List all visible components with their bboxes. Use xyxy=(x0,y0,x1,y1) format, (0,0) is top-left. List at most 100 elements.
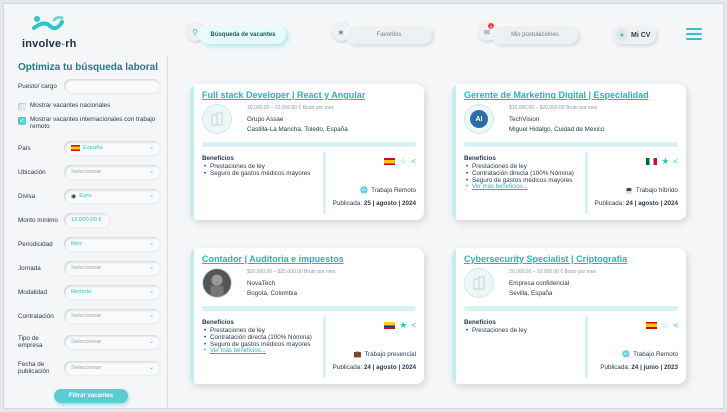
benefits-title: Beneficios xyxy=(464,319,496,326)
building-icon xyxy=(202,104,232,134)
job-title-link[interactable]: Gerente de Marketing Digital | Especiali… xyxy=(464,90,649,100)
ai-logo-icon: AI xyxy=(464,104,494,134)
chevron-down-icon: ⌄ xyxy=(148,365,154,371)
favorite-star-icon[interactable]: ☆ xyxy=(661,320,669,331)
benefits: Beneficios Prestaciones de ley Contratac… xyxy=(202,319,322,355)
profile-button[interactable]: ● Mi CV xyxy=(612,26,656,44)
benefit-item: Prestaciones de ley xyxy=(464,327,584,334)
position-input[interactable] xyxy=(64,79,160,93)
modality-select[interactable]: Remoto ⌄ xyxy=(64,285,160,299)
hamburger-menu-icon[interactable] xyxy=(686,28,702,40)
published-date: Publicada: 24 | agosto | 2024 xyxy=(594,200,678,207)
contract-select[interactable]: Seleccionar ⌄ xyxy=(64,309,160,323)
job-location: Miguel Hidalgo, Cuidad de México xyxy=(509,126,605,133)
favorite-star-icon[interactable]: ★ xyxy=(661,156,669,167)
building-icon xyxy=(464,268,494,298)
job-card[interactable]: Cybersecurity Specialist | Criptografía … xyxy=(452,248,686,384)
job-title-link[interactable]: Full stack Developer | React y Angular xyxy=(202,90,365,100)
job-modality: 🌐 Trabajo Remoto xyxy=(360,186,416,195)
filter-vacancies-button[interactable]: Filtrar vacantes xyxy=(54,389,128,403)
mexico-flag-icon xyxy=(646,158,658,165)
location-label: Ubicación xyxy=(18,168,46,176)
modality-value: Remoto xyxy=(71,289,92,295)
periodicity-select[interactable]: Mes ⌄ xyxy=(64,237,160,251)
min-amount-input[interactable]: 15,000.00 € xyxy=(64,213,110,227)
card-actions: ★ < xyxy=(384,320,416,331)
shift-select[interactable]: Seleccionar ⌄ xyxy=(64,261,160,275)
published-date: Publicada: 24 | junio | 2023 xyxy=(600,364,678,371)
job-card[interactable]: Contador | Auditoria e impuestos $20,000… xyxy=(190,248,424,384)
share-icon[interactable]: < xyxy=(673,157,678,166)
share-icon[interactable]: < xyxy=(673,321,678,330)
favorite-star-icon[interactable]: ★ xyxy=(399,320,407,331)
company-type-select[interactable]: Seleccionar ⌄ xyxy=(64,335,160,349)
job-modality: 🌐 Trabajo Remoto xyxy=(622,350,678,359)
job-card[interactable]: Gerente de Marketing Digital | Especiali… xyxy=(452,84,686,220)
benefit-item: Contratación directa (100% Nómina) xyxy=(464,170,584,177)
logo-text: involve-rh xyxy=(22,38,77,50)
company-type-label: Tipo de empresa xyxy=(18,335,43,349)
favorite-star-icon[interactable]: ☆ xyxy=(399,156,407,167)
contract-label: Contratación xyxy=(18,312,54,320)
job-title-link[interactable]: Cybersecurity Specialist | Criptografía xyxy=(464,254,627,264)
periodicity-label: Periodicidad xyxy=(18,240,53,248)
salary-range: $20,000.00 – $25,000.00 Bruto por mes xyxy=(247,269,336,275)
benefit-item: Prestaciones de ley xyxy=(202,327,322,334)
spain-flag-icon xyxy=(384,158,396,165)
card-actions: ☆ < xyxy=(646,320,678,331)
globe-icon: 🌐 xyxy=(360,187,369,194)
chevron-down-icon: ⌄ xyxy=(148,145,154,151)
international-checkbox[interactable]: ✓ xyxy=(18,117,26,125)
share-icon[interactable]: < xyxy=(411,157,416,166)
currency-value: Euro xyxy=(79,193,92,199)
job-title-link[interactable]: Contador | Auditoria e impuestos xyxy=(202,254,344,264)
chevron-down-icon: ⌄ xyxy=(148,193,154,199)
country-select[interactable]: España ⌄ xyxy=(64,141,160,155)
benefits-title: Beneficios xyxy=(202,319,234,326)
sidebar-title: Optimiza tu búsqueda laboral xyxy=(18,62,159,73)
country-label: País xyxy=(18,144,31,152)
chevron-down-icon: ⌄ xyxy=(148,265,154,271)
sidebar-divider xyxy=(167,56,168,408)
job-location: Sevilla, España xyxy=(509,290,553,297)
published-date: Publicada: 25 | agosto | 2024 xyxy=(332,200,416,207)
benefits: Beneficios Prestaciones de ley Contratac… xyxy=(464,155,584,191)
company-name: Grupo Assae xyxy=(247,116,284,123)
benefits-title: Beneficios xyxy=(202,155,234,162)
shift-label: Jornada xyxy=(18,264,41,272)
job-modality: 💼 Trabajo presencial xyxy=(353,350,416,359)
chevron-down-icon: ⌄ xyxy=(148,313,154,319)
nav-search-vacancies[interactable]: Búsqueda de vacantes xyxy=(200,26,286,44)
shift-value: Seleccionar xyxy=(71,265,102,271)
filter-sidebar: Optimiza tu búsqueda laboral Puesto/ car… xyxy=(12,56,164,406)
national-checkbox-row[interactable]: Mostrar vacantes nacionales xyxy=(18,102,110,111)
euro-coin-icon: ◉ xyxy=(71,193,77,200)
pub-date-select[interactable]: Seleccionar ⌄ xyxy=(64,361,160,375)
salary-range: 10,000.00 – 20,000.00 € Bruto por mes xyxy=(247,105,335,111)
international-label: Mostrar vacantes internacionales con tra… xyxy=(30,116,156,130)
nav-favorites[interactable]: Favoritos xyxy=(346,26,432,44)
national-label: Mostrar vacantes nacionales xyxy=(30,102,111,109)
currency-select[interactable]: ◉ Euro ⌄ xyxy=(64,189,160,203)
modality-label: Modalidad xyxy=(18,288,48,296)
more-benefits-link[interactable]: Ver más beneficios... xyxy=(202,348,322,355)
card-separator xyxy=(464,306,678,311)
share-icon[interactable]: < xyxy=(411,321,416,330)
location-select[interactable]: Seleccionar ⌄ xyxy=(64,165,160,179)
chevron-down-icon: ⌄ xyxy=(148,339,154,345)
job-card[interactable]: Full stack Developer | React y Angular 1… xyxy=(190,84,424,220)
published-date: Publicada: 24 | agosto | 2024 xyxy=(332,364,416,371)
chevron-down-icon: ⌄ xyxy=(148,169,154,175)
min-amount-label: Monto mínimo xyxy=(18,216,58,224)
briefcase-icon: 💼 xyxy=(353,351,362,358)
international-checkbox-row[interactable]: ✓ Mostrar vacantes internacionales con t… xyxy=(18,116,160,130)
national-checkbox[interactable] xyxy=(18,103,26,111)
country-value: España xyxy=(83,145,103,151)
card-actions: ☆ < xyxy=(384,156,416,167)
card-separator xyxy=(202,142,416,147)
spain-flag-icon xyxy=(71,145,80,151)
logo[interactable]: involve-rh xyxy=(18,14,78,50)
more-benefits-link[interactable]: Ver más beneficios... xyxy=(464,184,584,191)
laptop-icon: 💻 xyxy=(625,187,633,194)
nav-my-applications[interactable]: Mis postulaciones xyxy=(492,26,578,44)
